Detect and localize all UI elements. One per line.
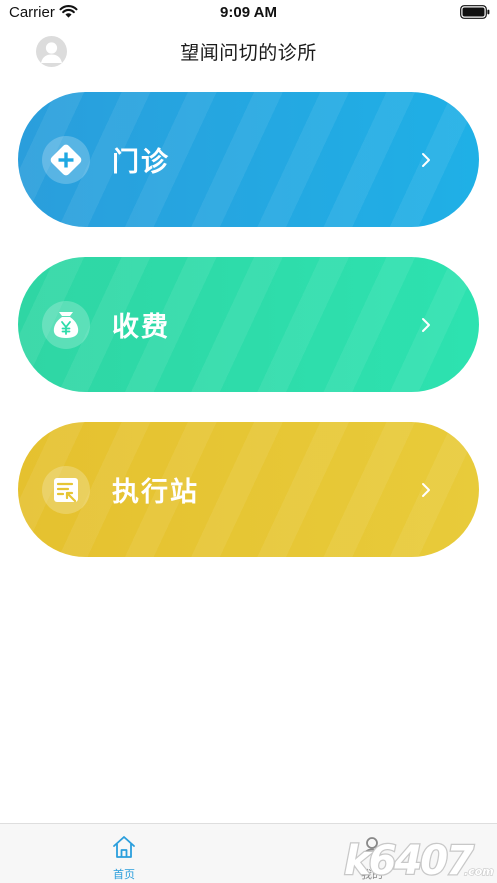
billing-card[interactable]: 收费	[18, 257, 479, 392]
clock: 9:09 AM	[220, 4, 277, 21]
home-icon	[113, 836, 135, 858]
svg-text:k6407: k6407	[344, 838, 474, 883]
card-label: 收费	[112, 312, 170, 343]
execution-station-card[interactable]: 执行站	[18, 422, 479, 557]
watermark-logo: k6407 .com	[343, 837, 495, 883]
outpatient-card[interactable]: 门诊	[18, 92, 479, 227]
status-bar: Carrier 9:09 AM	[0, 0, 497, 26]
card-label: 执行站	[112, 477, 199, 508]
chevron-right-icon	[422, 153, 430, 167]
tab-home[interactable]: 首页	[84, 824, 164, 883]
chevron-right-icon	[422, 483, 430, 497]
money-bag-icon	[53, 312, 79, 338]
card-icon-badge	[42, 136, 90, 184]
chevron-right-icon	[422, 318, 430, 332]
battery-icon	[460, 5, 490, 19]
page-title: 望闻问切的诊所	[180, 42, 317, 64]
task-list-icon	[54, 478, 78, 503]
medical-cross-icon	[50, 144, 82, 176]
card-label: 门诊	[112, 147, 170, 178]
card-icon-badge	[42, 466, 90, 514]
nav-bar: 望闻问切的诊所	[0, 26, 497, 76]
svg-text:.com: .com	[464, 865, 494, 878]
card-icon-badge	[42, 301, 90, 349]
tab-label: 首页	[113, 868, 135, 881]
